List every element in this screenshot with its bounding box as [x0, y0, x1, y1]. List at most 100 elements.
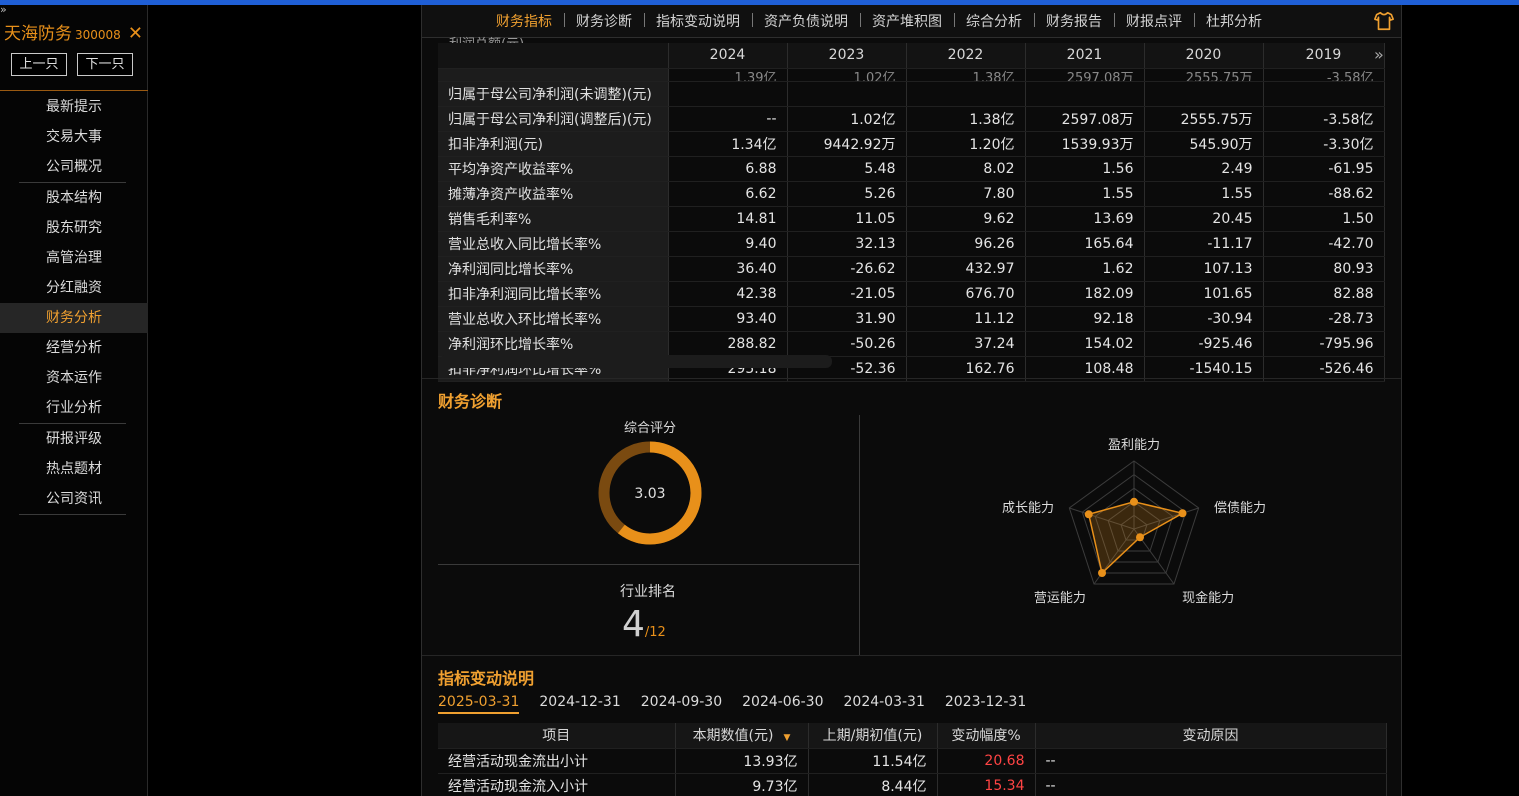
table-cell [787, 81, 907, 107]
scrollbar-thumb[interactable] [440, 355, 832, 368]
table-cell: 1.38亿 [906, 106, 1026, 132]
year-header[interactable]: 2023 [787, 43, 907, 69]
date-tab[interactable]: 2024-09-30 [641, 694, 722, 714]
year-header[interactable]: 2022 [906, 43, 1026, 69]
sidebar-item[interactable]: 最新提示 [0, 92, 148, 122]
table-cell: 6.88 [668, 156, 788, 182]
horizontal-scrollbar[interactable] [440, 355, 1384, 368]
date-tab[interactable]: 2024-12-31 [539, 694, 620, 714]
tab-item[interactable]: 综合分析 [954, 11, 1034, 31]
sidebar-item[interactable]: 经营分析 [0, 333, 148, 363]
sidebar-divider [19, 514, 126, 515]
tab-item[interactable]: 财务诊断 [564, 11, 644, 31]
table-row: 1.39亿 1.02亿 1.38亿 2597.08万 2555.75万 -3.58亿 [438, 68, 1385, 82]
score-label: 综合评分 [623, 421, 676, 436]
row-label: 扣非净利润同比增长率% [438, 281, 669, 307]
table-cell: 1.02亿 [787, 106, 907, 132]
stock-header: 天海防务 300008 ✕ [4, 19, 143, 44]
diagnosis-title: 财务诊断 [438, 392, 503, 411]
year-header[interactable]: 2019 [1263, 43, 1385, 69]
close-icon[interactable]: ✕ [128, 23, 143, 44]
radar-point [1130, 497, 1138, 506]
table-cell: 9442.92万 [787, 131, 907, 157]
column-header[interactable]: 项目 [438, 723, 676, 749]
date-tab[interactable]: 2025-03-31 [438, 694, 520, 714]
sidebar-item[interactable]: 财务分析 [0, 303, 148, 333]
table-cell: 36.40 [668, 256, 788, 282]
stock-name: 天海防务 [4, 24, 72, 44]
sort-desc-icon[interactable]: ▼ [784, 733, 791, 743]
table-cell: -3.58亿 [1263, 106, 1385, 132]
year-header[interactable]: 2024 [668, 43, 788, 69]
tab-item[interactable]: 杜邦分析 [1194, 11, 1274, 31]
table-cell: -42.70 [1263, 231, 1385, 257]
tab-item[interactable]: 指标变动说明 [644, 11, 752, 31]
table-row: 归属于母公司净利润(未调整)(元) [438, 81, 1385, 107]
sidebar-item[interactable]: 公司概况 [0, 152, 148, 182]
date-tab[interactable]: 2024-03-31 [844, 694, 925, 714]
radar-axis-label: 现金能力 [1182, 590, 1234, 606]
scroll-right-icon[interactable]: » [1374, 45, 1384, 64]
main-panel: 财务指标 财务诊断 指标变动说明 资产负债说明 资产堆积图 综合分析 财务报告 财报点评 杜邦分… [421, 5, 1402, 796]
skin-shirt-icon[interactable] [1373, 10, 1395, 32]
table-cell [1144, 81, 1264, 107]
radar-axis-label: 成长能力 [1002, 501, 1054, 516]
table-cell: -30.94 [1144, 306, 1264, 332]
table-cell [1025, 81, 1145, 107]
column-header[interactable]: 上期/期初值(元) [808, 723, 938, 749]
sidebar-item[interactable]: 热点题材 [0, 454, 148, 484]
table-cell: -3.30亿 [1263, 131, 1385, 157]
table-cell: -795.96 [1263, 331, 1385, 357]
table-cell: 101.65 [1144, 281, 1264, 307]
column-header[interactable]: 本期数值(元) ▼ [675, 723, 809, 749]
tab-item[interactable]: 资产堆积图 [860, 11, 954, 31]
table-cell: 545.90万 [1144, 131, 1264, 157]
ability-radar-chart: 盈利能力偿债能力现金能力 营运能力 成长能力 [1002, 438, 1266, 606]
row-label: 归属于母公司净利润(调整后)(元) [438, 106, 669, 132]
date-tab[interactable]: 2023-12-31 [945, 694, 1026, 714]
table-cell: 5.26 [787, 181, 907, 207]
indicator-change-table: 项目 本期数值(元) ▼ 上期/期初值(元) 变动幅度% 变动原因 经营活动现金流出小计 13… [438, 723, 1387, 796]
prev-stock-button[interactable]: 上一只 [11, 53, 67, 76]
header-label-cell [438, 43, 669, 69]
previous-value-cell: 11.54亿 [808, 748, 938, 774]
tab-item[interactable]: 财务报告 [1034, 11, 1114, 31]
next-stock-button[interactable]: 下一只 [77, 53, 133, 76]
sidebar-item[interactable]: 行业分析 [0, 393, 148, 423]
date-tab[interactable]: 2024-06-30 [742, 694, 823, 714]
current-value-cell: 13.93亿 [675, 748, 809, 774]
tab-bar: 财务指标 财务诊断 指标变动说明 资产负债说明 资产堆积图 综合分析 财务报告 财报点评 杜邦分… [422, 5, 1401, 38]
year-header[interactable]: 2021 [1025, 43, 1145, 69]
row-label [438, 68, 669, 82]
current-value-cell: 9.73亿 [675, 773, 809, 796]
table-row: 扣非净利润同比增长率% 42.38 -21.05 676.70 182.09 101.65… [438, 281, 1385, 307]
table-cell: -3.58亿 [1263, 68, 1385, 82]
sidebar-item[interactable]: 研报评级 [0, 424, 148, 454]
table-cell: 11.12 [906, 306, 1026, 332]
sidebar-item[interactable]: 资本运作 [0, 363, 148, 393]
sidebar-item[interactable]: 股东研究 [0, 213, 148, 243]
tab-item[interactable]: 财务指标 [484, 11, 564, 31]
table-cell [668, 81, 788, 107]
changes-title: 指标变动说明 [438, 669, 535, 688]
table-cell: 1539.93万 [1025, 131, 1145, 157]
table-row: 营业总收入同比增长率% 9.40 32.13 96.26 165.64 -11.17 -42… [438, 231, 1385, 257]
column-header[interactable]: 变动幅度% [937, 723, 1036, 749]
tab-item[interactable]: 财报点评 [1114, 11, 1194, 31]
sidebar-item[interactable]: 高管治理 [0, 243, 148, 273]
table-cell: -61.95 [1263, 156, 1385, 182]
sidebar-item[interactable]: 分红融资 [0, 273, 148, 303]
sidebar-item[interactable]: 公司资讯 [0, 484, 148, 514]
year-header[interactable]: 2020 [1144, 43, 1264, 69]
sidebar-item[interactable]: 股本结构 [0, 183, 148, 213]
row-label: 归属于母公司净利润(未调整)(元) [438, 81, 669, 107]
expand-icon[interactable]: » [0, 4, 7, 15]
rank-number: 4 [622, 604, 645, 645]
sidebar-item[interactable]: 交易大事 [0, 122, 148, 152]
table-header-row: 项目 本期数值(元) ▼ 上期/期初值(元) 变动幅度% 变动原因 [438, 723, 1387, 749]
column-header[interactable]: 变动原因 [1035, 723, 1387, 749]
diagnosis-divider-v [859, 415, 860, 655]
table-cell: 432.97 [906, 256, 1026, 282]
table-cell: 92.18 [1025, 306, 1145, 332]
tab-item[interactable]: 资产负债说明 [752, 11, 860, 31]
